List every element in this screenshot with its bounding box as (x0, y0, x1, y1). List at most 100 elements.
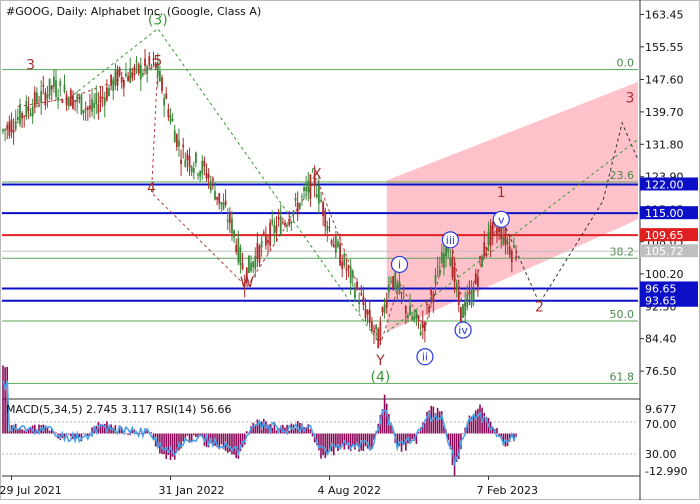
candle-body (413, 315, 416, 321)
candle-body (303, 187, 305, 192)
candle-body (326, 226, 329, 231)
price-tick-label-2: 147.60 (645, 73, 684, 86)
candle-body (233, 230, 235, 238)
candle-body (231, 218, 233, 234)
candle-body (148, 56, 151, 65)
candle-body (288, 219, 291, 225)
candle-body (2, 129, 4, 132)
candle-body (262, 232, 265, 235)
candle-body (466, 294, 469, 308)
candle-body (411, 316, 414, 320)
candle-body (305, 186, 308, 192)
candle-body (95, 93, 98, 105)
level-tag-5: 93.65 (645, 295, 677, 308)
circled-label-1: ii (422, 351, 428, 364)
circled-label-2: iii (446, 234, 455, 247)
time-label-1: 31 Jan 2022 (159, 484, 225, 497)
candle-body (211, 178, 214, 181)
candle-body (356, 281, 358, 290)
price-tick-label-8: 100.20 (645, 268, 684, 281)
candle-body (144, 58, 146, 67)
candle-body (197, 174, 199, 176)
candle-body (214, 191, 216, 200)
candle-body (317, 185, 320, 204)
candle-body (271, 219, 274, 224)
wave-label-6: Y (375, 353, 385, 369)
candle-body (40, 90, 43, 103)
candle-body (349, 266, 352, 283)
candle-body (426, 303, 428, 306)
candle-body (165, 93, 168, 99)
candle-body (91, 99, 93, 112)
candle-body (38, 105, 40, 107)
candle-body (377, 328, 380, 349)
candle-body (84, 108, 87, 110)
candle-body (423, 322, 426, 332)
candle-body (161, 77, 163, 91)
candle-body (481, 255, 484, 267)
level-tag-3: 105.72 (645, 245, 684, 258)
candle-body (228, 212, 231, 224)
candle-body (52, 76, 55, 88)
candle-body (281, 222, 284, 224)
candle-body (182, 144, 185, 148)
candle-body (23, 116, 26, 118)
candle-body (19, 104, 21, 125)
candle-body (67, 99, 70, 107)
candle-body (434, 275, 437, 284)
candle-body (118, 67, 121, 76)
wave-label-4: X (312, 166, 322, 182)
candle-body (438, 269, 441, 276)
candle-body (6, 125, 9, 130)
level-tag-4: 96.65 (645, 282, 677, 295)
candle-body (173, 130, 176, 143)
candle-body (169, 115, 172, 123)
candle-body (515, 255, 517, 258)
candle-body (127, 76, 129, 82)
candle-body (97, 103, 100, 113)
candle-body (273, 224, 276, 234)
candle-body (112, 79, 115, 92)
candle-body (479, 256, 481, 260)
candle-body (114, 70, 117, 86)
candle-body (383, 304, 386, 313)
candle-body (309, 174, 312, 199)
candle-body (116, 69, 119, 86)
candle-body (76, 95, 79, 103)
candle-body (398, 281, 401, 294)
candle-body (254, 256, 257, 270)
candle-body (510, 250, 513, 263)
fib-label-4: 61.8 (610, 370, 635, 383)
candle-body (328, 226, 331, 228)
candle-body (267, 239, 269, 244)
candle-body (50, 85, 53, 90)
candle-body (292, 210, 295, 216)
candle-body (440, 251, 443, 264)
fib-label-1: 23.6 (610, 169, 635, 182)
candle-body (298, 203, 301, 209)
candle-body (122, 79, 125, 88)
candle-body (504, 227, 507, 246)
candle-body (485, 246, 488, 250)
candle-body (489, 225, 492, 247)
candle-body (4, 129, 7, 131)
candle-body (190, 166, 193, 173)
candle-body (135, 60, 138, 63)
candle-body (483, 242, 486, 257)
candle-body (421, 322, 424, 329)
candle-body (275, 226, 278, 233)
candle-body (269, 222, 272, 246)
candle-body (99, 95, 102, 103)
candle-body (31, 107, 34, 116)
candle-body (330, 240, 333, 245)
candle-body (110, 74, 113, 86)
candle-body (464, 300, 467, 316)
candle-body (44, 92, 47, 106)
candle-body (419, 331, 422, 335)
price-tick-label-3: 139.70 (645, 106, 684, 119)
candle-body (470, 289, 473, 306)
candle-body (392, 276, 394, 289)
chart-root: 0.0 23.6 38.2 50.0 61.8 (3) 3 5 4 X W Y (4) 1 2 3 i ii iii… (0, 0, 700, 500)
time-label-2: 4 Aug 2022 (318, 484, 381, 497)
candle-body (12, 129, 15, 133)
